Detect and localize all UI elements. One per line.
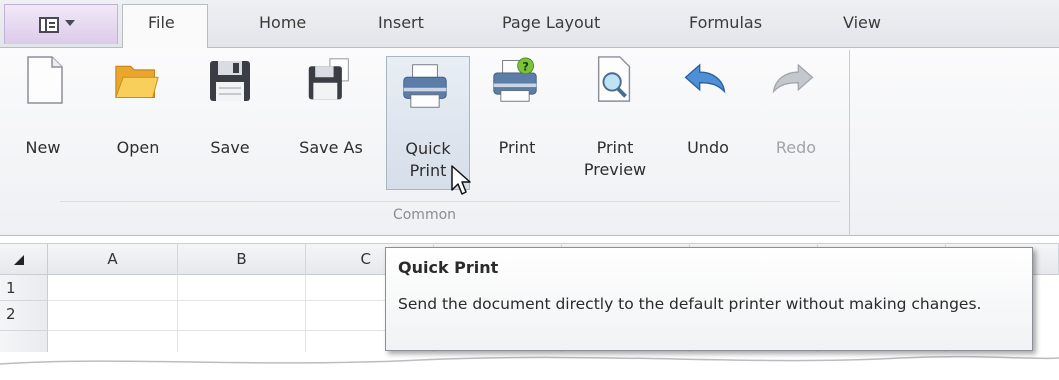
tab-page-layout[interactable]: Page Layout	[502, 13, 600, 32]
app-menu-icon	[39, 17, 59, 33]
tooltip-description: Send the document directly to the defaul…	[398, 295, 982, 313]
cell[interactable]	[48, 301, 178, 331]
tab-home[interactable]: Home	[259, 13, 306, 32]
tab-view[interactable]: View	[843, 13, 881, 32]
save-as-label: Save As	[299, 138, 363, 157]
mouse-cursor-icon	[451, 165, 471, 195]
torn-edge-shadow	[0, 355, 1059, 380]
cell[interactable]	[48, 275, 178, 301]
new-button[interactable]: New	[18, 55, 68, 190]
undo-icon	[684, 63, 726, 94]
quick-print-icon	[403, 64, 447, 108]
undo-button[interactable]: Undo	[678, 55, 738, 190]
save-button[interactable]: Save	[200, 55, 260, 190]
svg-text:?: ?	[522, 59, 529, 73]
print-preview-label: Print Preview	[583, 138, 647, 179]
tab-file[interactable]: File	[148, 13, 175, 32]
undo-label: Undo	[687, 138, 729, 157]
new-document-icon	[27, 56, 63, 104]
new-label: New	[25, 138, 61, 157]
cell[interactable]	[178, 301, 306, 331]
select-all-corner[interactable]	[0, 243, 48, 275]
redo-button[interactable]: Redo	[766, 55, 826, 190]
cell[interactable]	[178, 275, 306, 301]
column-header-a[interactable]: A	[48, 243, 178, 275]
group-label-common: Common	[392, 207, 457, 223]
column-header-b[interactable]: B	[178, 243, 306, 275]
group-separator	[849, 50, 850, 236]
group-divider	[60, 201, 840, 202]
application-menu-button[interactable]	[4, 4, 118, 44]
tooltip-title: Quick Print	[398, 258, 499, 277]
save-as-button[interactable]: Save As	[286, 55, 376, 190]
ribbon-tab-strip: File Home Insert Page Layout Formulas Vi…	[0, 0, 1059, 49]
save-label: Save	[210, 138, 250, 157]
torn-edge	[0, 352, 1059, 380]
tab-insert[interactable]: Insert	[378, 13, 424, 32]
open-folder-icon	[115, 65, 159, 98]
row-header-2[interactable]: 2	[0, 301, 48, 331]
print-label: Print	[498, 138, 536, 157]
row-header-1[interactable]: 1	[0, 275, 48, 301]
save-icon	[210, 61, 250, 101]
quick-print-tooltip: Quick Print Send the document directly t…	[385, 247, 1033, 351]
tab-formulas[interactable]: Formulas	[689, 13, 762, 32]
open-label: Open	[116, 138, 160, 157]
open-button[interactable]: Open	[108, 55, 168, 190]
redo-label: Redo	[775, 138, 817, 157]
print-button[interactable]: ? Print	[482, 55, 552, 190]
redo-icon	[772, 63, 814, 94]
save-as-icon	[308, 58, 349, 100]
print-preview-icon	[597, 56, 631, 102]
print-icon: ?	[493, 57, 537, 102]
chevron-down-icon	[65, 20, 75, 26]
print-preview-button[interactable]: Print Preview	[570, 55, 660, 190]
